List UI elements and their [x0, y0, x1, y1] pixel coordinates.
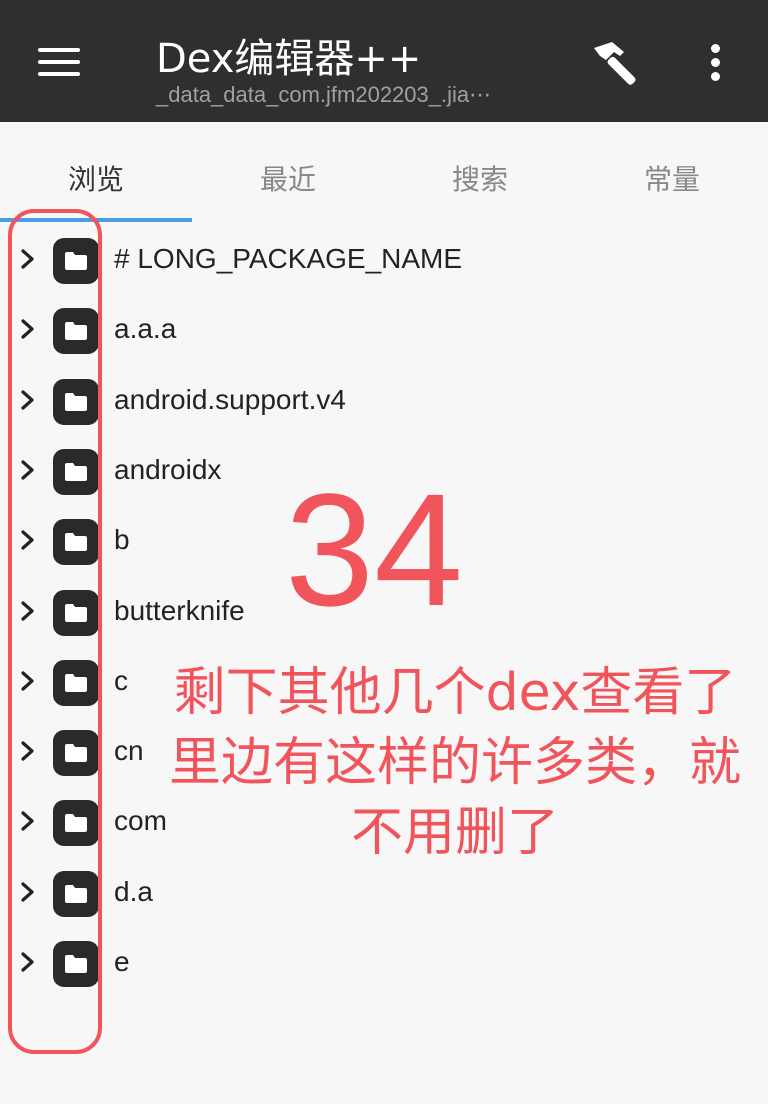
app-bar: Dex编辑器++ _data_data_com.jfm202203_.jia⋯	[0, 0, 768, 122]
tab-constants[interactable]: 常量	[576, 158, 768, 198]
app-title: Dex编辑器++	[156, 36, 422, 82]
tree-item[interactable]: e	[0, 929, 768, 999]
hamburger-menu-icon[interactable]	[38, 44, 82, 78]
tree-item-label: androidx	[114, 453, 222, 485]
tree-item[interactable]: # LONG_PACKAGE_NAME	[0, 226, 768, 296]
annotation-highlight-box	[8, 209, 102, 1054]
tab-search[interactable]: 搜索	[384, 158, 576, 198]
tab-bar: 浏览 最近 搜索 常量	[0, 122, 768, 222]
tab-browse[interactable]: 浏览	[0, 158, 192, 198]
tree-item-label: cn	[114, 735, 144, 767]
more-vert-icon[interactable]	[700, 40, 732, 84]
tree-item-label: butterknife	[114, 594, 245, 626]
tab-recent[interactable]: 最近	[192, 158, 384, 198]
file-path-subtitle: _data_data_com.jfm202203_.jia⋯	[156, 82, 492, 107]
tree-item-label: c	[114, 664, 128, 696]
hammer-icon[interactable]	[586, 38, 642, 88]
tree-item-label: android.support.v4	[114, 383, 346, 415]
annotation-number: 34	[285, 460, 463, 639]
tree-item-label: # LONG_PACKAGE_NAME	[114, 243, 463, 274]
tree-item-label: e	[114, 946, 130, 977]
annotation-text: 剩下其他几个dex查看了里边有这样的许多类，就不用删了	[168, 663, 741, 863]
tree-item-label: d.a	[114, 875, 153, 907]
tree-item-label: a.a.a	[114, 313, 177, 345]
tree-item[interactable]: d.a	[0, 859, 768, 929]
tree-item-label: b	[114, 524, 130, 556]
tree-item[interactable]: android.support.v4	[0, 367, 768, 437]
tree-item[interactable]: a.a.a	[0, 296, 768, 366]
